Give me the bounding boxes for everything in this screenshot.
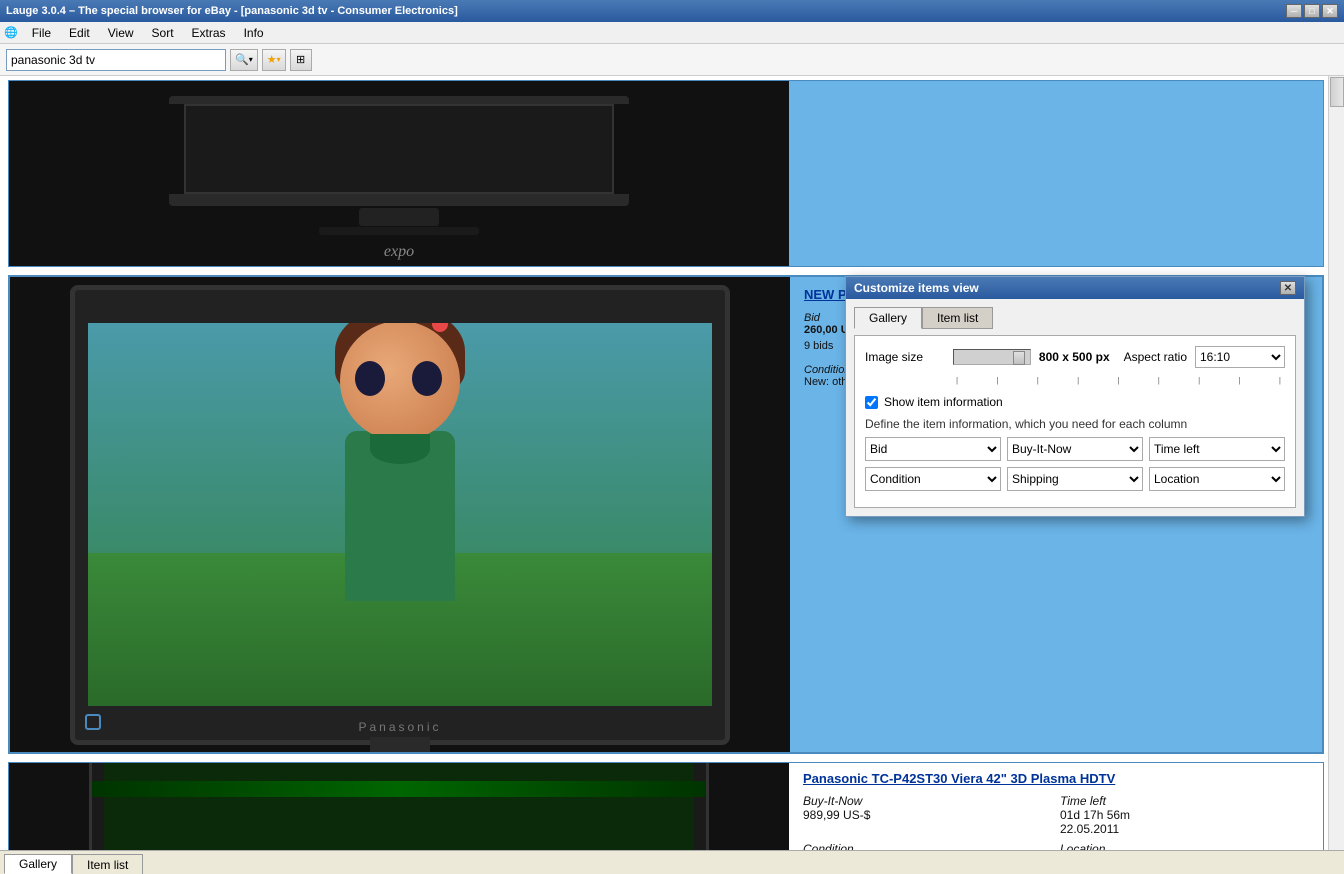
define-label: Define the item information, which you n… bbox=[865, 417, 1285, 431]
layout-icon: ⊞ bbox=[296, 53, 305, 66]
menu-extras[interactable]: Extras bbox=[184, 24, 234, 42]
col4-select[interactable]: Bid Buy-It-Now Condition Location Shippi… bbox=[865, 467, 1001, 491]
show-info-row: Show item information bbox=[865, 395, 1285, 409]
column-row-2: Bid Buy-It-Now Condition Location Shippi… bbox=[865, 467, 1285, 491]
item3-location-label: Location bbox=[1060, 842, 1309, 850]
restore-button[interactable]: □ bbox=[1304, 4, 1320, 18]
tab-gallery[interactable]: Gallery bbox=[854, 307, 922, 329]
show-info-label[interactable]: Show item information bbox=[884, 395, 1003, 409]
slider-thumb[interactable] bbox=[1013, 351, 1025, 365]
search-icon: 🔍 bbox=[235, 53, 249, 66]
item3-date: 22.05.2011 bbox=[1060, 822, 1309, 836]
tab-gallery-content: Image size 800 x 500 px Aspect ratio 16:… bbox=[854, 335, 1296, 508]
image-size-row: Image size 800 x 500 px Aspect ratio 16:… bbox=[865, 346, 1285, 368]
window-title: Lauge 3.0.4 – The special browser for eB… bbox=[6, 5, 458, 17]
close-button[interactable]: ✕ bbox=[1322, 4, 1338, 18]
menu-bar: 🌐 File Edit View Sort Extras Info bbox=[0, 22, 1344, 44]
item3-time-value: 01d 17h 56m bbox=[1060, 808, 1309, 822]
tick: | bbox=[1037, 376, 1039, 385]
item3-condition-label: Condition bbox=[803, 842, 1052, 850]
window-controls: ─ □ ✕ bbox=[1286, 4, 1338, 18]
tick: | bbox=[956, 376, 958, 385]
item-image-bottom bbox=[9, 763, 789, 850]
main-content: expo bbox=[0, 76, 1344, 850]
bottom-tab-bar: Gallery Item list bbox=[0, 850, 1344, 874]
title-bar: Lauge 3.0.4 – The special browser for eB… bbox=[0, 0, 1344, 22]
corner-indicator bbox=[85, 714, 101, 730]
search-input[interactable] bbox=[6, 49, 226, 71]
item3-title[interactable]: Panasonic TC-P42ST30 Viera 42" 3D Plasma… bbox=[803, 771, 1309, 786]
layout-button[interactable]: ⊞ bbox=[290, 49, 312, 71]
customize-dialog: Customize items view ✕ Gallery Item list… bbox=[845, 276, 1305, 517]
item3-time-label: Time left bbox=[1060, 794, 1309, 808]
brand-label: Panasonic bbox=[358, 720, 441, 734]
menu-file[interactable]: File bbox=[24, 24, 59, 42]
tick: | bbox=[1279, 376, 1281, 385]
bottom-tab-gallery[interactable]: Gallery bbox=[4, 854, 72, 874]
minimize-button[interactable]: ─ bbox=[1286, 4, 1302, 18]
star-icon: ★ bbox=[267, 53, 277, 66]
tab-item-list[interactable]: Item list bbox=[922, 307, 993, 329]
tick: | bbox=[1158, 376, 1160, 385]
dialog-close-button[interactable]: ✕ bbox=[1280, 281, 1296, 295]
tick: | bbox=[1239, 376, 1241, 385]
size-slider[interactable] bbox=[953, 349, 1031, 365]
toolbar: 🔍 ▾ ★ ▾ ⊞ bbox=[0, 44, 1344, 76]
item-image: expo bbox=[9, 81, 789, 266]
col5-select[interactable]: Bid Buy-It-Now Condition Location Shippi… bbox=[1007, 467, 1143, 491]
bottom-tab-item-list[interactable]: Item list bbox=[72, 854, 143, 874]
tick: | bbox=[1077, 376, 1079, 385]
col6-select[interactable]: Bid Buy-It-Now Condition Location Shippi… bbox=[1149, 467, 1285, 491]
dialog-tabs: Gallery Item list bbox=[854, 307, 1296, 329]
dialog-title: Customize items view bbox=[854, 281, 979, 295]
app-icon: 🌐 bbox=[4, 26, 18, 39]
dialog-body: Gallery Item list Image size 800 x 500 p… bbox=[846, 299, 1304, 516]
tick: | bbox=[1198, 376, 1200, 385]
menu-sort[interactable]: Sort bbox=[144, 24, 182, 42]
column-row-1: Bid Buy-It-Now Condition Location Shippi… bbox=[865, 437, 1285, 461]
tick: | bbox=[996, 376, 998, 385]
image-size-label: Image size bbox=[865, 350, 945, 364]
list-item: expo bbox=[8, 80, 1324, 267]
watermark: expo bbox=[384, 243, 414, 261]
menu-info[interactable]: Info bbox=[236, 24, 272, 42]
dropdown-arrow-icon: ▾ bbox=[249, 55, 253, 64]
col1-select[interactable]: Bid Buy-It-Now Condition Location Shippi… bbox=[865, 437, 1001, 461]
show-info-checkbox[interactable] bbox=[865, 396, 878, 409]
item3-buy-value: 989,99 US-$ bbox=[803, 808, 1052, 822]
menu-edit[interactable]: Edit bbox=[61, 24, 98, 42]
tick: | bbox=[1117, 376, 1119, 385]
list-item: Panasonic TC-P42ST30 Viera 42" 3D Plasma… bbox=[8, 762, 1324, 850]
aspect-ratio-label: Aspect ratio bbox=[1124, 350, 1187, 364]
col2-select[interactable]: Bid Buy-It-Now Condition Location Shippi… bbox=[1007, 437, 1143, 461]
dialog-title-bar: Customize items view ✕ bbox=[846, 277, 1304, 299]
image-size-value: 800 x 500 px bbox=[1039, 350, 1110, 364]
item3-buy-label: Buy-It-Now bbox=[803, 794, 1052, 808]
item-info-panel bbox=[789, 81, 1323, 266]
item-info-panel-3: Panasonic TC-P42ST30 Viera 42" 3D Plasma… bbox=[789, 763, 1323, 850]
favorites-button[interactable]: ★ ▾ bbox=[262, 49, 286, 71]
search-button[interactable]: 🔍 ▾ bbox=[230, 49, 258, 71]
dropdown-arrow-icon2: ▾ bbox=[277, 55, 281, 64]
item-image-main: Panasonic bbox=[10, 277, 790, 752]
aspect-ratio-select[interactable]: 16:10 4:3 Free bbox=[1195, 346, 1285, 368]
slider-ticks-row: | | | | | | | | | bbox=[865, 376, 1285, 385]
col3-select[interactable]: Bid Buy-It-Now Condition Location Shippi… bbox=[1149, 437, 1285, 461]
menu-view[interactable]: View bbox=[100, 24, 142, 42]
